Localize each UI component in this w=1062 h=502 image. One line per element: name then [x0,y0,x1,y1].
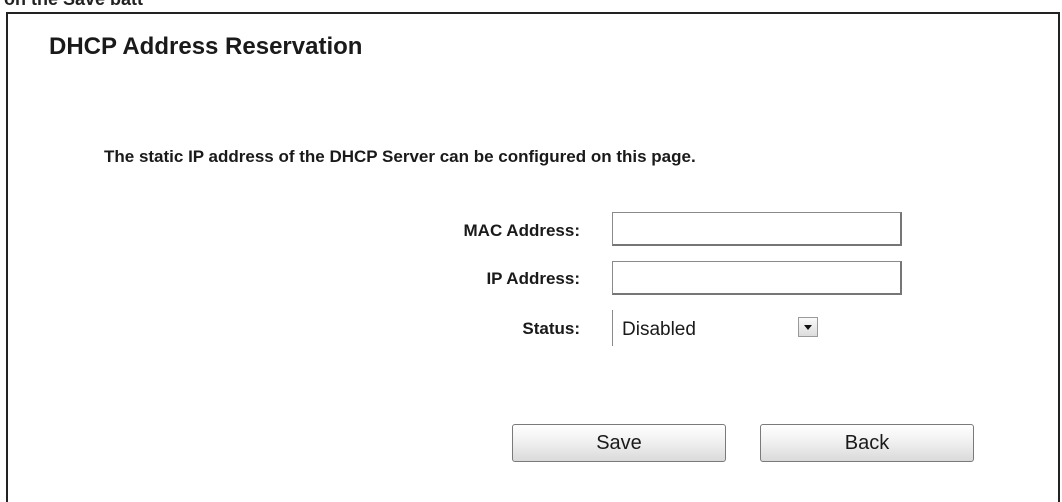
mac-address-input[interactable] [612,212,902,246]
page-description: The static IP address of the DHCP Server… [104,147,696,166]
ip-address-input[interactable] [612,261,902,295]
mac-address-label: MAC Address: [463,221,581,240]
save-button[interactable]: Save [512,424,726,462]
status-select[interactable]: Disabled [612,310,834,346]
ip-address-label: IP Address: [486,269,580,288]
page-title: DHCP Address Reservation [49,33,363,60]
chevron-down-icon[interactable] [798,317,818,337]
status-label: Status: [522,319,580,338]
top-cropped-text-label: on the Save batt [4,0,143,8]
top-cropped-text: on the Save batt [0,0,230,8]
back-button[interactable]: Back [760,424,974,462]
status-selected-value: Disabled [622,319,696,340]
